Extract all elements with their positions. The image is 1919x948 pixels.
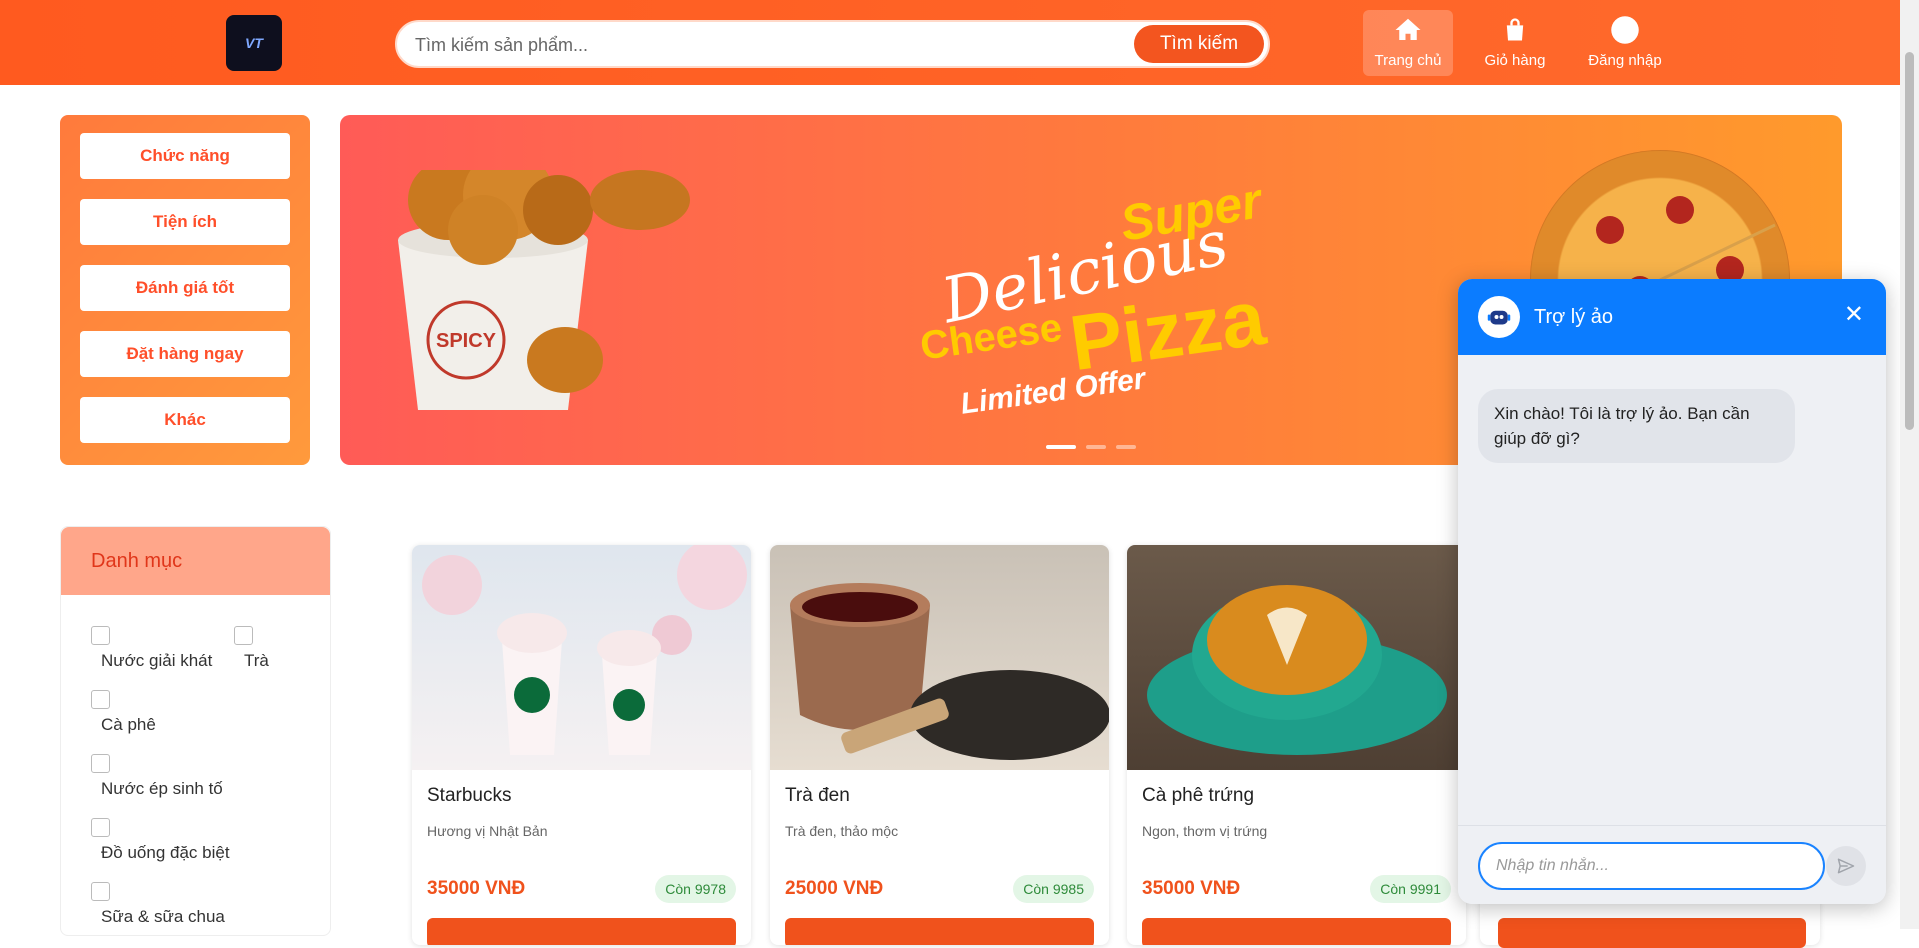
category-title: Danh mục: [61, 527, 330, 595]
send-icon[interactable]: [1826, 846, 1866, 886]
product-desc: Trà đen, thảo mộc: [785, 823, 899, 839]
side-menu-item[interactable]: Tiện ích: [80, 199, 290, 245]
product-price: 25000 VNĐ: [785, 878, 884, 899]
product-image: [770, 545, 1109, 770]
logo[interactable]: VT: [226, 15, 282, 71]
scrollbar-thumb[interactable]: [1905, 52, 1914, 430]
carousel-dot[interactable]: [1086, 445, 1106, 449]
chat-title: Trợ lý ảo: [1534, 305, 1614, 328]
nav-login-label: Đăng nhập: [1588, 52, 1662, 69]
search-button[interactable]: Tìm kiếm: [1134, 25, 1264, 63]
nav-cart[interactable]: Giỏ hàng: [1470, 10, 1560, 76]
banner-cheese-text: Cheese: [917, 305, 1065, 369]
page-scrollbar[interactable]: [1900, 0, 1919, 929]
logo-text: VT: [245, 35, 263, 51]
category-checkbox[interactable]: [91, 754, 110, 773]
category-checkbox[interactable]: [91, 882, 110, 901]
carousel-dot[interactable]: [1116, 445, 1136, 449]
stock-badge: Còn 9991: [1370, 875, 1451, 903]
category-label: Đồ uống đặc biệt: [101, 843, 230, 862]
shopping-bag-icon: [1499, 14, 1531, 46]
category-checkbox[interactable]: [91, 626, 110, 645]
bucket-label: SPICY: [436, 330, 497, 352]
banner-slogan: Super Delicious Cheese Pizza Limited Off…: [917, 172, 1360, 421]
add-to-cart-button[interactable]: [427, 918, 736, 945]
nav-cart-label: Giỏ hàng: [1484, 52, 1546, 69]
side-menu-item[interactable]: Đặt hàng ngay: [80, 331, 290, 377]
chicken-wing-image: [590, 170, 690, 230]
carousel-dots: [1046, 445, 1136, 449]
chat-message-input[interactable]: [1478, 842, 1825, 890]
product-name: Trà đen: [785, 785, 850, 806]
chat-footer: [1458, 825, 1886, 904]
product-name: Starbucks: [427, 785, 512, 806]
side-menu-item[interactable]: Chức năng: [80, 133, 290, 179]
nav-login[interactable]: Đăng nhập: [1580, 10, 1670, 76]
top-header: VT Tìm kiếm Trang chủ Giỏ hàng Đăng nhập: [0, 0, 1900, 85]
side-menu: Chức năng Tiện ích Đánh giá tốt Đặt hàng…: [60, 115, 310, 465]
category-checkbox[interactable]: [234, 626, 253, 645]
chicken-piece-image: [527, 327, 603, 393]
bot-message: Xin chào! Tôi là trợ lý ảo. Bạn cần giúp…: [1478, 389, 1795, 463]
category-filter: Danh mục Nước giải khát Trà Cà phê Nước …: [60, 526, 331, 936]
category-label: Trà: [244, 651, 269, 670]
add-to-cart-button[interactable]: [1142, 918, 1451, 945]
add-to-cart-button[interactable]: [785, 918, 1094, 945]
product-name: Cà phê trứng: [1142, 785, 1255, 806]
category-label: Cà phê: [101, 715, 156, 734]
search-bar: Tìm kiếm: [395, 20, 1270, 68]
product-image: [1127, 545, 1466, 770]
product-image: [412, 545, 751, 770]
category-checkbox[interactable]: [91, 818, 110, 837]
product-desc: Hương vị Nhật Bản: [427, 823, 548, 839]
chat-widget: Trợ lý ảo ✕ Xin chào! Tôi là trợ lý ảo. …: [1458, 279, 1886, 904]
close-icon[interactable]: ✕: [1844, 303, 1864, 327]
product-price: 35000 VNĐ: [1142, 878, 1241, 899]
stock-badge: Còn 9978: [655, 875, 736, 903]
search-input[interactable]: [415, 31, 1115, 59]
nav-home[interactable]: Trang chủ: [1363, 10, 1453, 76]
product-price: 35000 VNĐ: [427, 878, 526, 899]
product-desc: Ngon, thơm vị trứng: [1142, 823, 1268, 839]
category-label: Nước giải khát: [101, 651, 213, 670]
side-menu-item[interactable]: Đánh giá tốt: [80, 265, 290, 311]
product-card[interactable]: Starbucks Hương vị Nhật Bản 35000 VNĐ Cò…: [412, 545, 751, 945]
category-label: Nước ép sinh tố: [101, 779, 223, 798]
chat-header: Trợ lý ảo ✕: [1458, 279, 1886, 355]
category-checkbox[interactable]: [91, 690, 110, 709]
stock-badge: Còn 9985: [1013, 875, 1094, 903]
category-label: Sữa & sữa chua: [101, 907, 225, 926]
product-card[interactable]: Cà phê trứng Ngon, thơm vị trứng 35000 V…: [1127, 545, 1466, 945]
nav-home-label: Trang chủ: [1374, 52, 1442, 69]
banner-offer-text: Limited Offer: [958, 362, 1148, 421]
user-circle-icon: [1609, 14, 1641, 46]
home-icon: [1392, 14, 1424, 46]
side-menu-item[interactable]: Khác: [80, 397, 290, 443]
bot-avatar-icon: [1478, 296, 1520, 338]
add-to-cart-button[interactable]: [1498, 918, 1806, 948]
product-card[interactable]: Trà đen Trà đen, thảo mộc 25000 VNĐ Còn …: [770, 545, 1109, 945]
carousel-dot[interactable]: [1046, 445, 1076, 449]
